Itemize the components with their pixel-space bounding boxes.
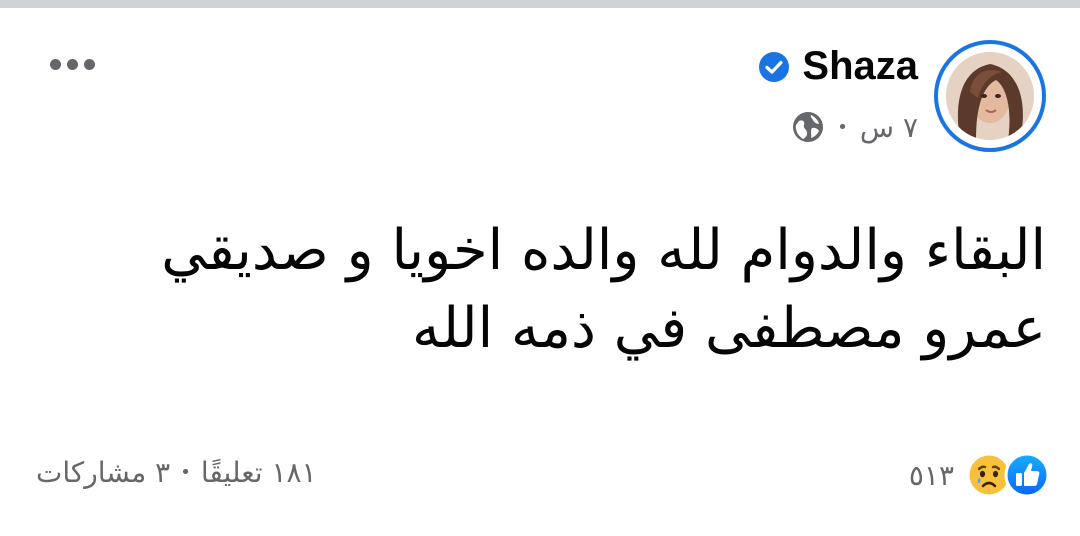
reaction-count[interactable]: ٥١٣ xyxy=(909,459,954,492)
engagement-separator: • xyxy=(180,462,191,483)
reaction-summary[interactable]: ٥١٣ xyxy=(909,452,1050,498)
post-meta: ٧ س • xyxy=(791,110,918,144)
globe-icon[interactable] xyxy=(791,110,825,144)
post-text: البقاء والدوام لله والده اخويا و صديقي ع… xyxy=(161,218,1046,361)
more-options-button[interactable] xyxy=(50,56,100,72)
shares-count[interactable]: ٣ مشاركات xyxy=(36,456,170,489)
author-name[interactable]: Shaza xyxy=(802,44,918,89)
meta-separator: • xyxy=(837,116,848,138)
author-line: Shaza xyxy=(758,44,918,89)
comments-count[interactable]: ١٨١ تعليقًا xyxy=(201,456,317,489)
post-header: Shaza ٧ س • xyxy=(146,40,1046,152)
more-dot xyxy=(50,58,61,70)
post-timestamp[interactable]: ٧ س xyxy=(860,111,918,144)
avatar[interactable] xyxy=(946,52,1034,140)
more-dot xyxy=(67,58,78,70)
engagement-summary: ١٨١ تعليقًا • ٣ مشاركات xyxy=(36,456,317,489)
more-dot xyxy=(84,58,95,70)
like-icon xyxy=(1004,452,1050,498)
verified-badge-icon xyxy=(758,51,790,83)
story-ring[interactable] xyxy=(934,40,1046,152)
top-divider xyxy=(0,0,1080,8)
